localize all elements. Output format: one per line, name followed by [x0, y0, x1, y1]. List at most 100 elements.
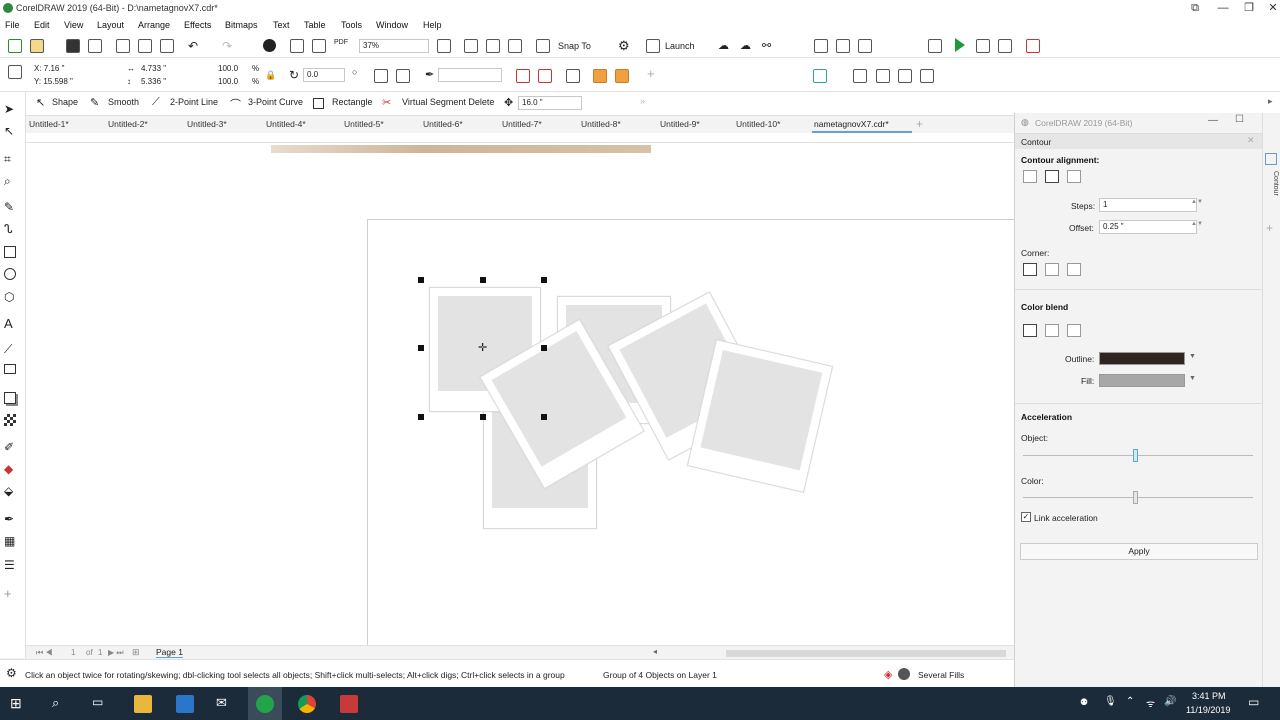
menu-text[interactable]: Text	[273, 20, 290, 30]
add-tool-icon[interactable]: +	[4, 586, 20, 601]
dock-icon-4[interactable]	[920, 69, 934, 83]
pick-tool-icon[interactable]: ➤	[4, 102, 20, 116]
abc-bars-icon[interactable]	[814, 39, 828, 53]
align-tool-icon[interactable]: ☰	[4, 558, 20, 572]
color-accel-thumb[interactable]	[1133, 491, 1139, 504]
add-page-icon[interactable]: ⊞	[132, 647, 140, 658]
tab-untitled-7[interactable]: Untitled-7*	[502, 119, 542, 129]
paste-icon[interactable]	[160, 39, 174, 53]
contour-side-tab[interactable]: Contour	[1265, 171, 1279, 196]
nudge-distance-field[interactable]: 16.0 "	[518, 96, 582, 110]
selection-handle-tr[interactable]	[541, 277, 547, 283]
scroll-left-icon[interactable]: ◂	[653, 647, 657, 656]
grid-icon[interactable]	[486, 39, 500, 53]
presentation-icon[interactable]	[928, 39, 942, 53]
pen-outline-icon[interactable]: ✒	[425, 68, 434, 81]
record-icon[interactable]	[1026, 39, 1040, 53]
clock-time[interactable]: 3:41 PM	[1192, 691, 1226, 701]
cut-icon[interactable]	[116, 39, 130, 53]
steps-field[interactable]: 1	[1099, 198, 1197, 212]
shape-tool-icon[interactable]: ↖	[4, 124, 20, 138]
microphone-icon[interactable]: 🎙	[1104, 696, 1117, 707]
selection-handle-ml[interactable]	[418, 345, 424, 351]
object-origin-icon[interactable]	[8, 65, 22, 79]
redo-icon[interactable]: ↷	[222, 39, 232, 53]
docker-panel-close-icon[interactable]: ✕	[1247, 135, 1255, 146]
tab-untitled-9[interactable]: Untitled-9*	[660, 119, 700, 129]
snap-icon[interactable]	[536, 39, 550, 53]
polygon-tool-icon[interactable]: ⬡	[4, 290, 20, 304]
dock-icon-2[interactable]	[876, 69, 890, 83]
start-windows-icon[interactable]: ⊞	[10, 695, 28, 713]
selection-handle-bl[interactable]	[418, 414, 424, 420]
search-icon[interactable]: ⌕	[52, 695, 70, 713]
object-accel-thumb[interactable]	[1133, 449, 1139, 462]
offset-field[interactable]: 0.25 "	[1099, 220, 1197, 234]
link-acceleration-checkbox[interactable]: ✓	[1021, 512, 1031, 522]
corner-mitered-button[interactable]	[1023, 263, 1037, 276]
share-link-icon[interactable]: ⚯	[762, 39, 771, 52]
selection-handle-tl[interactable]	[418, 277, 424, 283]
menu-tools[interactable]: Tools	[341, 20, 362, 30]
zoom-to-page-icon[interactable]	[437, 39, 451, 53]
cropped-image-strip[interactable]	[271, 145, 651, 153]
ungroup-all-icon[interactable]	[538, 69, 552, 83]
apply-button[interactable]: Apply	[1020, 543, 1258, 560]
fill-dropdown-icon[interactable]: ▼	[1189, 375, 1196, 382]
lock-ratio-icon[interactable]: 🔒	[265, 70, 276, 81]
virtual-segment-delete-button[interactable]: Virtual Segment Delete	[402, 97, 494, 107]
tab-untitled-4[interactable]: Untitled-4*	[266, 119, 306, 129]
page-tab[interactable]: Page 1	[156, 647, 183, 658]
menu-table[interactable]: Table	[304, 20, 326, 30]
width-field[interactable]: 4.733 "	[141, 64, 166, 73]
export-icon[interactable]	[312, 39, 326, 53]
outline-color-swatch[interactable]	[1099, 352, 1185, 365]
connector-tool-icon[interactable]	[4, 364, 16, 374]
tab-untitled-5[interactable]: Untitled-5*	[344, 119, 384, 129]
ungroup-icon[interactable]	[516, 69, 530, 83]
first-page-icon[interactable]: ⏮ ◀	[36, 648, 53, 658]
menu-effects[interactable]: Effects	[184, 20, 211, 30]
to-front-icon[interactable]	[593, 69, 607, 83]
extension-icon[interactable]	[813, 69, 827, 83]
app-icon-red[interactable]	[340, 695, 358, 713]
new-tab-icon[interactable]: +	[916, 117, 923, 131]
status-settings-icon[interactable]: ⚙	[6, 666, 17, 680]
chrome-icon[interactable]	[298, 695, 316, 713]
chart-icon[interactable]	[998, 39, 1012, 53]
scale-y-field[interactable]: 100.0	[218, 77, 238, 86]
artistic-media-icon[interactable]: ᔐ	[4, 222, 20, 236]
tab-untitled-10[interactable]: Untitled-10*	[736, 119, 780, 129]
print-icon[interactable]	[88, 39, 102, 53]
outline-pen-icon[interactable]: ✒	[4, 512, 20, 526]
outside-button[interactable]	[1067, 170, 1081, 183]
corner-round-button[interactable]	[1045, 263, 1059, 276]
guidelines-icon[interactable]	[508, 39, 522, 53]
upload-icon[interactable]: ☁	[718, 39, 729, 52]
tab-untitled-1[interactable]: Untitled-1*	[29, 119, 69, 129]
corner-bevel-button[interactable]	[1067, 263, 1081, 276]
transparency-icon[interactable]	[4, 414, 16, 426]
outline-dropdown-icon[interactable]: ▼	[1189, 353, 1196, 360]
menu-help[interactable]: Help	[423, 20, 442, 30]
center-marker-icon[interactable]: ✛	[478, 341, 487, 354]
y-position-field[interactable]: Y: 15.598 "	[34, 77, 73, 86]
selection-handle-bc[interactable]	[480, 414, 486, 420]
tab-untitled-3[interactable]: Untitled-3*	[187, 119, 227, 129]
mirror-horizontal-icon[interactable]	[374, 69, 388, 83]
application-launcher-icon[interactable]	[646, 39, 660, 53]
store-icon[interactable]	[176, 695, 194, 713]
align-distribute-icon[interactable]	[566, 69, 580, 83]
notifications-icon[interactable]: ▭	[1248, 695, 1259, 709]
object-properties-tab-icon[interactable]	[1265, 153, 1277, 165]
menu-file[interactable]: File	[5, 20, 20, 30]
selection-handle-mr[interactable]	[541, 345, 547, 351]
clock-date[interactable]: 11/19/2019	[1186, 705, 1230, 715]
minimize-button[interactable]: —	[1210, 0, 1236, 17]
options-gear-icon[interactable]: ⚙	[618, 38, 630, 54]
dock-icon-3[interactable]	[898, 69, 912, 83]
steps-spinner-icon[interactable]: ▲▼	[1191, 199, 1203, 205]
zoom-tool-icon[interactable]: ⌕	[4, 174, 20, 188]
interactive-fill-icon[interactable]: ◆	[4, 462, 20, 476]
parallel-dimension-icon[interactable]: ⟋	[4, 342, 20, 356]
